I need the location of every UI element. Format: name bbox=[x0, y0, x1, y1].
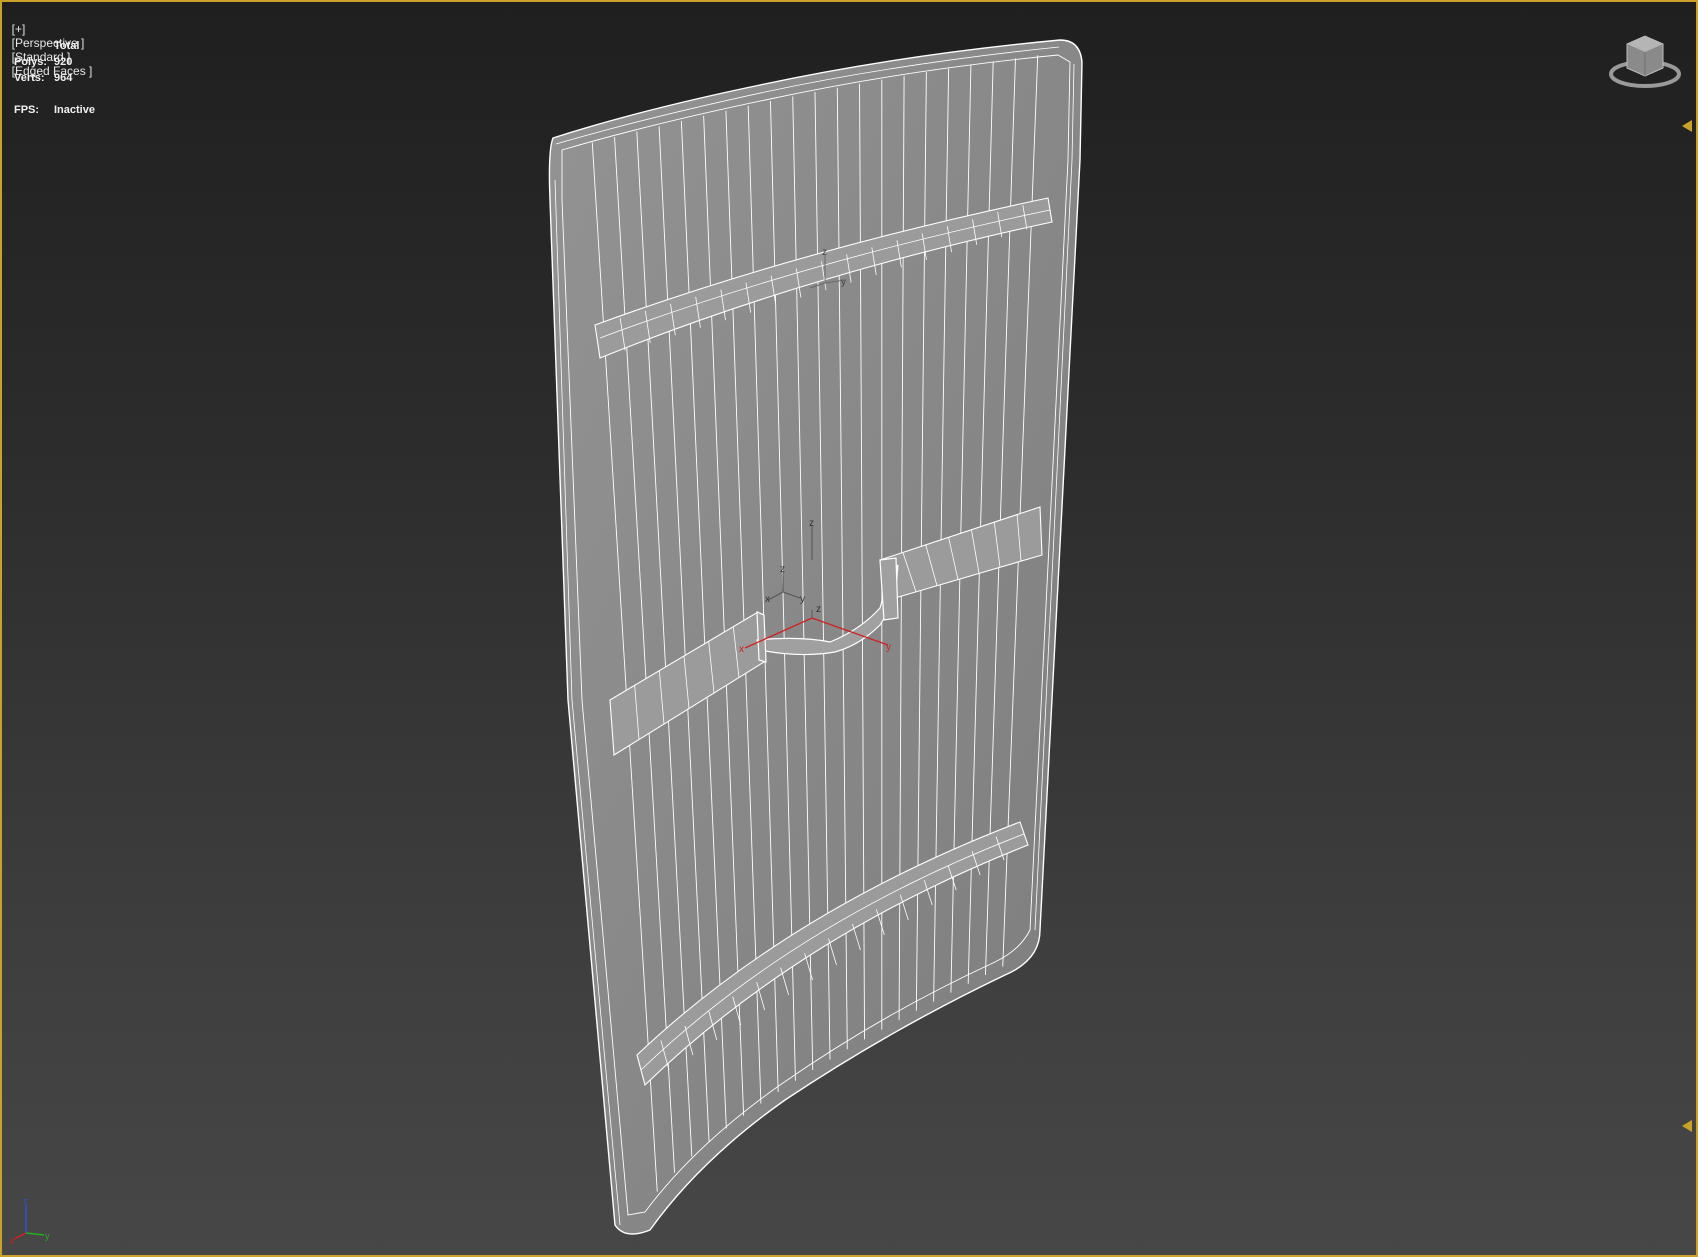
world-axis-z-label: z bbox=[23, 1196, 28, 1206]
gizmo-sel-y: y bbox=[886, 642, 891, 653]
gizmo-top-z: z bbox=[822, 247, 827, 258]
world-axis-y-label: y bbox=[45, 1231, 50, 1241]
gizmo-sel-x: x bbox=[739, 644, 744, 655]
world-axis-icon: z x y bbox=[10, 1196, 50, 1245]
gizmo-mid2-x: x bbox=[765, 594, 770, 605]
gizmo-top-y: y bbox=[841, 277, 846, 288]
gizmo-mid2-z: z bbox=[780, 564, 785, 575]
gizmo-mid-z: z bbox=[809, 518, 814, 529]
gizmo-sel-z: z bbox=[816, 604, 821, 615]
world-axis-x-label: x bbox=[10, 1236, 15, 1245]
gizmo-mid2-y: y bbox=[800, 594, 805, 605]
viewcube-icon[interactable] bbox=[1605, 30, 1685, 96]
shield-wireframe-model[interactable]: z y z z y x z x y bbox=[0, 0, 1698, 1257]
triangle-marker-icon bbox=[1682, 120, 1692, 132]
triangle-marker-icon bbox=[1682, 1120, 1692, 1132]
